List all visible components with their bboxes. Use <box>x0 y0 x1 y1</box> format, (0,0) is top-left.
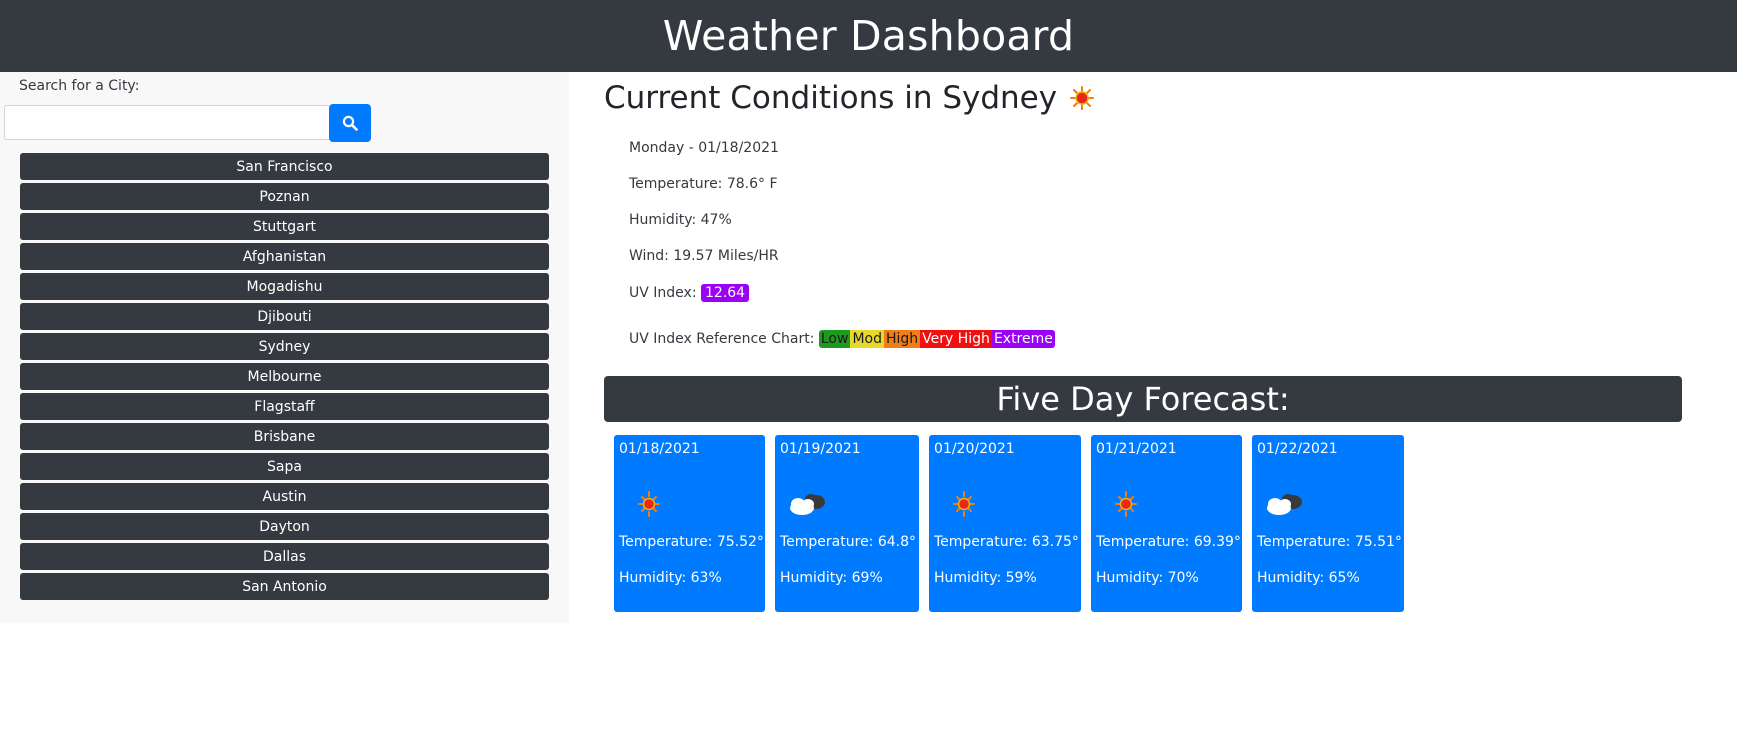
uv-level-low: Low <box>818 330 851 348</box>
forecast-humidity: Humidity: 65% <box>1257 570 1360 586</box>
city-button[interactable]: Flagstaff <box>20 393 549 420</box>
forecast-date: 01/20/2021 <box>934 441 1015 457</box>
current-wind: Wind: 19.57 Miles/HR <box>629 248 779 264</box>
forecast-date: 01/22/2021 <box>1257 441 1338 457</box>
forecast-temperature: Temperature: 64.8° F <box>780 534 929 550</box>
forecast-humidity: Humidity: 63% <box>619 570 722 586</box>
city-button[interactable]: San Francisco <box>20 153 549 180</box>
uv-level-mod: Mod <box>850 330 884 348</box>
sun-icon <box>953 491 975 517</box>
search-row <box>4 104 371 142</box>
current-temperature: Temperature: 78.6° F <box>629 176 778 192</box>
city-button[interactable]: Poznan <box>20 183 549 210</box>
partly-cloudy-icon <box>790 494 825 515</box>
city-button[interactable]: Sapa <box>20 453 549 480</box>
forecast-humidity: Humidity: 69% <box>780 570 883 586</box>
forecast-temperature: Temperature: 75.52° F <box>619 534 777 550</box>
city-button[interactable]: Mogadishu <box>20 273 549 300</box>
forecast-humidity: Humidity: 59% <box>934 570 1037 586</box>
city-history-list: San Francisco Poznan Stuttgart Afghanist… <box>20 153 549 603</box>
current-conditions-heading: Current Conditions in Sydney <box>604 80 1095 116</box>
uv-level-high: High <box>883 330 921 348</box>
sidebar: Search for a City: San Francisco Poznan … <box>0 72 569 623</box>
uv-chart-label: UV Index Reference Chart: <box>629 331 815 347</box>
forecast-temperature: Temperature: 63.75° F <box>934 534 1092 550</box>
city-button[interactable]: Melbourne <box>20 363 549 390</box>
uv-level-extreme: Extreme <box>991 330 1055 348</box>
forecast-date: 01/18/2021 <box>619 441 700 457</box>
forecast-date: 01/21/2021 <box>1096 441 1177 457</box>
page-header: Weather Dashboard <box>0 0 1737 72</box>
forecast-title: Five Day Forecast: <box>996 380 1290 418</box>
city-button[interactable]: Djibouti <box>20 303 549 330</box>
uv-level-very-high: Very High <box>920 330 992 348</box>
forecast-card: 01/21/2021 Temperature: 69.39° F Humidit… <box>1091 435 1253 612</box>
uv-index-label: UV Index: <box>629 285 697 301</box>
city-button[interactable]: Dallas <box>20 543 549 570</box>
city-button[interactable]: Sydney <box>20 333 549 360</box>
city-button[interactable]: San Antonio <box>20 573 549 600</box>
search-input[interactable] <box>4 105 329 140</box>
forecast-temperature: Temperature: 69.39° F <box>1096 534 1254 550</box>
city-button[interactable]: Stuttgart <box>20 213 549 240</box>
city-button[interactable]: Austin <box>20 483 549 510</box>
search-label: Search for a City: <box>19 78 140 94</box>
sun-icon <box>638 491 660 517</box>
search-icon <box>342 115 358 131</box>
search-button[interactable] <box>329 104 371 142</box>
forecast-humidity: Humidity: 70% <box>1096 570 1199 586</box>
uv-reference-chart: UV Index Reference Chart: Low Mod High Very… <box>629 330 1055 348</box>
city-button[interactable]: Dayton <box>20 513 549 540</box>
city-button[interactable]: Brisbane <box>20 423 549 450</box>
partly-cloudy-icon <box>1267 494 1302 515</box>
current-date: Monday - 01/18/2021 <box>629 140 779 156</box>
current-humidity: Humidity: 47% <box>629 212 732 228</box>
forecast-temperature: Temperature: 75.51° F <box>1257 534 1415 550</box>
uv-index-badge: 12.64 <box>701 284 750 302</box>
forecast-card: 01/19/2021 Temperature: 64.8° F Humidity… <box>775 435 929 612</box>
forecast-banner: Five Day Forecast: <box>604 376 1682 422</box>
forecast-card: 01/22/2021 Temperature: 75.51° F Humidit… <box>1252 435 1414 612</box>
current-uv: UV Index: 12.64 <box>629 284 750 302</box>
forecast-card: 01/20/2021 Temperature: 63.75° F Humidit… <box>929 435 1091 612</box>
forecast-card: 01/18/2021 Temperature: 75.52° F Humidit… <box>614 435 776 612</box>
forecast-date: 01/19/2021 <box>780 441 861 457</box>
sun-icon <box>1070 86 1095 110</box>
page-title: Weather Dashboard <box>662 12 1075 60</box>
city-button[interactable]: Afghanistan <box>20 243 549 270</box>
current-conditions-title: Current Conditions in Sydney <box>604 80 1058 116</box>
sun-icon <box>1115 491 1137 517</box>
